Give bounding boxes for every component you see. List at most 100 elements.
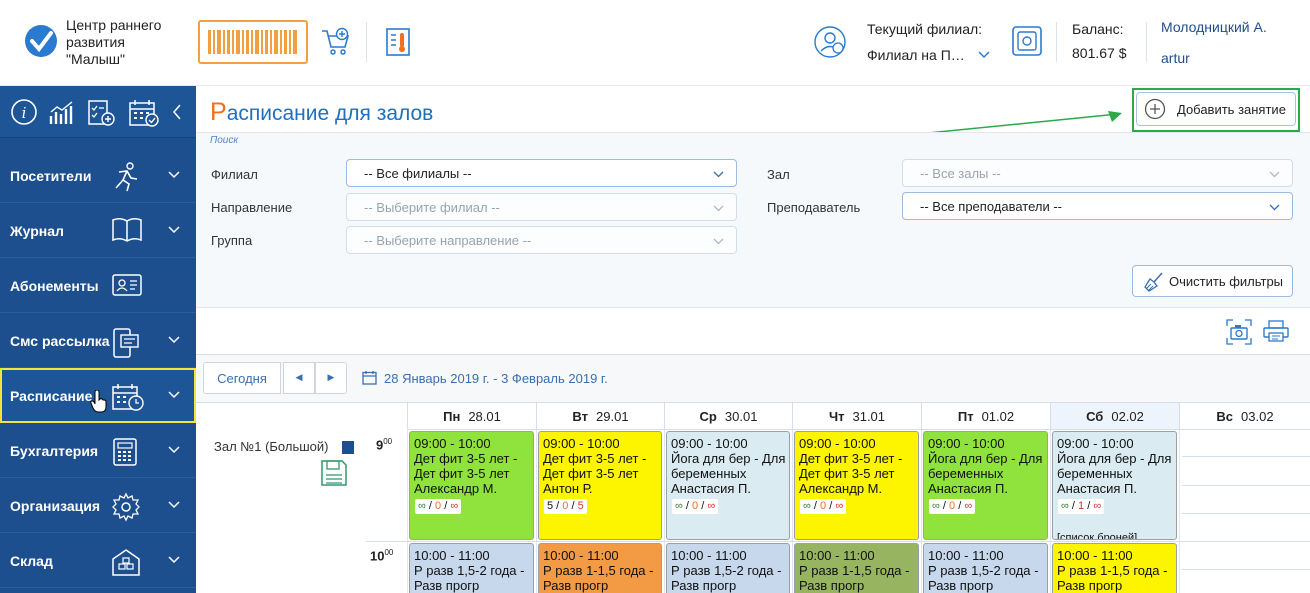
schedule-event[interactable]: 09:00 - 10:00 Йога для бер - Для беремен… xyxy=(1052,431,1177,540)
sidebar-item-label: Организация xyxy=(10,498,101,514)
info-icon[interactable]: i xyxy=(10,98,38,126)
next-week-button[interactable]: ▶ xyxy=(315,362,347,394)
teacher-filter-select[interactable]: -- Все преподаватели -- xyxy=(902,192,1293,220)
schedule-calendar: Сегодня ◀ ▶ 28 Январь 2019 г. - 3 Феврал… xyxy=(196,354,1310,593)
event-teacher: Анастасия П. xyxy=(1057,481,1137,496)
today-button[interactable]: Сегодня xyxy=(203,362,281,394)
screenshot-camera-icon[interactable] xyxy=(1225,318,1253,346)
calendar-toolbar: Сегодня ◀ ▶ 28 Январь 2019 г. - 3 Феврал… xyxy=(196,355,1310,403)
previous-week-button[interactable]: ◀ xyxy=(283,362,315,394)
schedule-event[interactable]: 09:00 - 10:00 Дет фит 3-5 лет - Дет фит … xyxy=(538,431,662,540)
sidebar-item-sms[interactable]: Смс рассылка xyxy=(0,313,196,368)
safe-icon[interactable] xyxy=(1011,25,1043,57)
hall-filter-select[interactable]: -- Все залы -- xyxy=(902,159,1293,187)
barcode-scan-button[interactable] xyxy=(198,20,308,64)
sidebar-item-visitors[interactable]: Посетители xyxy=(0,148,196,203)
event-title: Р разв 1,5-2 года - xyxy=(671,563,782,578)
hour-label: 900 xyxy=(376,437,392,452)
current-branch-select[interactable]: Филиал на П… xyxy=(867,47,965,63)
event-time: 09:00 - 10:00 xyxy=(543,436,620,451)
branch-filter-select[interactable]: -- Все филиалы -- xyxy=(346,159,737,187)
schedule-event[interactable]: 09:00 - 10:00 Йога для бер - Для беремен… xyxy=(923,431,1048,540)
sidebar-item-accounting[interactable]: Бухгалтерия xyxy=(0,423,196,478)
event-counters: ∞ / 0 / ∞ xyxy=(415,499,462,514)
event-teacher: Александр М. xyxy=(799,481,883,496)
counter-booked: 0 xyxy=(692,500,699,512)
sidebar-item-warehouse[interactable]: Склад xyxy=(0,533,196,588)
event-title: Дет фит 3-5 лет - xyxy=(543,451,647,466)
counter-free: ∞ xyxy=(835,500,844,512)
counter-booked: 0 xyxy=(820,500,827,512)
day-date: 03.02 xyxy=(1241,409,1274,424)
schedule-event[interactable]: 10:00 - 11:00 Р разв 1-1,5 года - Разв п… xyxy=(538,543,662,593)
statistics-icon[interactable] xyxy=(48,98,76,126)
chevron-down-icon[interactable] xyxy=(978,51,990,59)
save-icon[interactable] xyxy=(320,459,348,487)
user-name[interactable]: Молодницкий А. xyxy=(1161,19,1267,35)
filter-panel: Поиск Филиал -- Все филиалы -- Направлен… xyxy=(196,132,1310,308)
svg-text:i: i xyxy=(22,104,27,122)
group-filter-select[interactable]: -- Выберите направление -- xyxy=(346,226,737,254)
counter-total: ∞ xyxy=(418,500,426,512)
counter-total: ∞ xyxy=(1061,500,1069,512)
schedule-event[interactable]: 09:00 - 10:00 Дет фит 3-5 лет - Дет фит … xyxy=(409,431,534,540)
event-subtitle: Дет фит 3-5 лет xyxy=(414,466,510,481)
calculator-icon xyxy=(113,438,137,466)
clear-filters-button[interactable]: Очистить фильтры xyxy=(1132,265,1293,297)
event-subtitle: беременных xyxy=(928,466,1004,481)
phone-message-icon xyxy=(113,328,139,358)
sidebar-toolbar: i xyxy=(0,86,196,138)
schedule-event[interactable]: 10:00 - 11:00 Р разв 1-1,5 года - Разв п… xyxy=(794,543,919,593)
checklist-add-icon[interactable] xyxy=(86,98,116,128)
grid-line xyxy=(536,430,537,593)
sidebar-item-subscriptions[interactable]: Абонементы xyxy=(0,258,196,313)
direction-filter-select[interactable]: -- Выберите филиал -- xyxy=(346,193,737,221)
sidebar-item-journal[interactable]: Журнал xyxy=(0,203,196,258)
schedule-event[interactable]: 10:00 - 11:00 Р разв 1-1,5 года - Разв п… xyxy=(1052,543,1177,593)
counter-booked: 0 xyxy=(562,500,569,512)
branch-filter-value: -- Все филиалы -- xyxy=(364,166,472,181)
logo-checkmark-icon[interactable] xyxy=(24,24,58,58)
day-name: Ср xyxy=(699,409,717,424)
grid-line xyxy=(1182,569,1310,570)
grid-line xyxy=(1182,485,1310,486)
document-thermometer-icon[interactable] xyxy=(385,27,411,57)
chevron-down-icon xyxy=(713,205,724,212)
user-login[interactable]: artur xyxy=(1161,50,1190,66)
add-lesson-label: Добавить занятие xyxy=(1177,101,1286,117)
date-range[interactable]: 28 Январь 2019 г. - 3 Февраль 2019 г. xyxy=(384,371,608,386)
bookings-list-link[interactable]: [список броней] xyxy=(1057,531,1137,539)
chevron-down-icon xyxy=(713,238,724,245)
grid-line xyxy=(366,541,1310,542)
event-time: 10:00 - 11:00 xyxy=(799,548,875,563)
calendar-icon[interactable] xyxy=(362,370,377,385)
hand-cursor-icon xyxy=(90,390,107,413)
schedule-event[interactable]: 09:00 - 10:00 Дет фит 3-5 лет - Дет фит … xyxy=(794,431,919,540)
grid-line xyxy=(1179,430,1180,593)
event-title: Р разв 1,5-2 года - xyxy=(928,563,1039,578)
counter-total: ∞ xyxy=(803,500,811,512)
printer-icon[interactable] xyxy=(1263,320,1289,342)
schedule-event[interactable]: 10:00 - 11:00 Р разв 1,5-2 года - Разв п… xyxy=(923,543,1048,593)
event-time: 10:00 - 11:00 xyxy=(543,548,619,563)
day-header-mon: Пн 28.01 xyxy=(407,403,536,430)
cart-add-icon[interactable] xyxy=(320,26,352,58)
calendar-check-icon[interactable] xyxy=(128,98,160,128)
counter-total: 5 xyxy=(547,500,554,512)
branch-user-icon[interactable] xyxy=(812,24,848,60)
event-subtitle: беременных xyxy=(1057,466,1133,481)
schedule-event[interactable]: 09:00 - 10:00 Йога для бер - Для беремен… xyxy=(666,431,790,540)
grid-line xyxy=(1182,513,1310,514)
schedule-event[interactable]: 10:00 - 11:00 Р разв 1,5-2 года - Разв п… xyxy=(409,543,534,593)
event-time: 09:00 - 10:00 xyxy=(671,436,748,451)
event-title: Дет фит 3-5 лет - xyxy=(414,451,518,466)
event-subtitle: беременных xyxy=(671,466,747,481)
hall-filter-label: Зал xyxy=(767,167,790,182)
day-date: 30.01 xyxy=(724,409,758,424)
schedule-event[interactable]: 10:00 - 11:00 Р разв 1,5-2 года - Разв п… xyxy=(666,543,790,593)
grid-line xyxy=(1050,430,1051,593)
collapse-sidebar-icon[interactable] xyxy=(172,104,182,120)
sidebar-item-label: Бухгалтерия xyxy=(10,443,99,459)
sidebar-item-organization[interactable]: Организация xyxy=(0,478,196,533)
add-lesson-button[interactable]: Добавить занятие xyxy=(1136,92,1296,126)
